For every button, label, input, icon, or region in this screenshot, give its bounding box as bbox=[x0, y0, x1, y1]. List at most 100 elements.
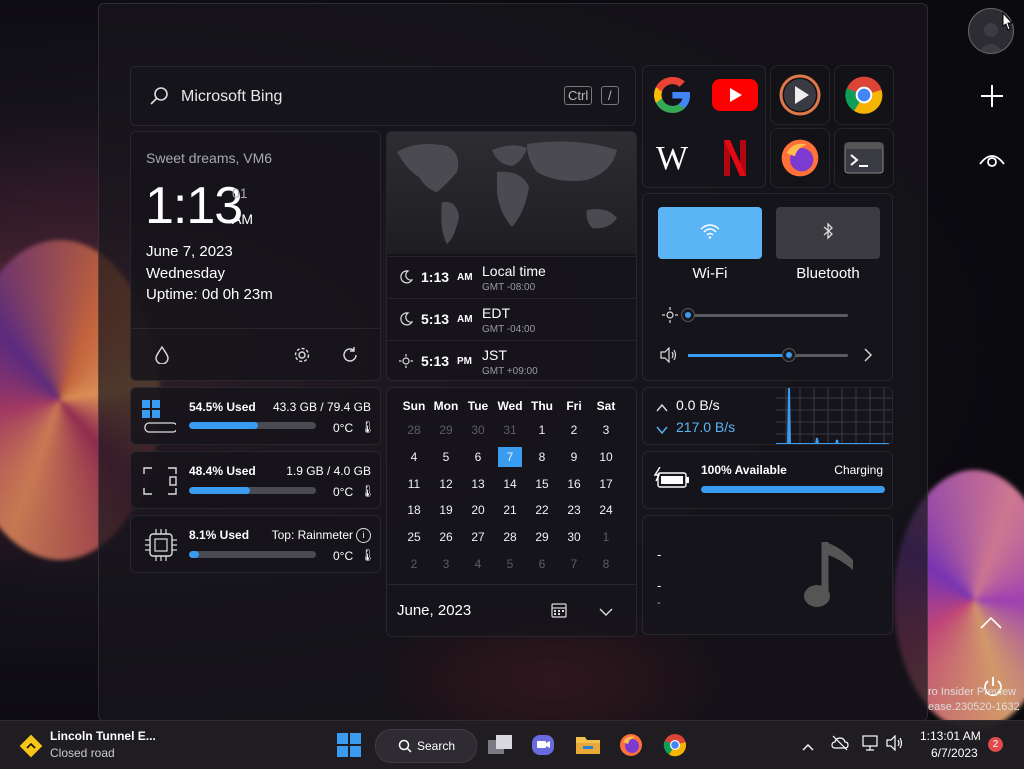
speaker-icon[interactable] bbox=[886, 734, 904, 756]
chrome-shortcut[interactable] bbox=[834, 65, 894, 125]
calendar-day[interactable]: 7 bbox=[561, 554, 587, 574]
calendar-day[interactable]: 24 bbox=[593, 500, 619, 520]
clock-time: 1:13 bbox=[145, 177, 243, 235]
memory-chip-icon bbox=[142, 466, 178, 501]
search-box[interactable]: Microsoft Bing Ctrl / bbox=[130, 66, 636, 126]
calendar-day[interactable]: 3 bbox=[593, 420, 619, 440]
notification-title[interactable]: Lincoln Tunnel E... bbox=[50, 729, 156, 743]
calendar-day[interactable]: 9 bbox=[561, 447, 587, 467]
calendar-day[interactable]: 29 bbox=[529, 527, 555, 547]
upload-arrow-icon bbox=[656, 400, 668, 418]
world-clock-ampm: AM bbox=[457, 272, 473, 283]
volume-icon bbox=[660, 346, 678, 368]
cloud-offline-icon[interactable] bbox=[831, 735, 849, 756]
calendar-day[interactable]: 1 bbox=[529, 420, 555, 440]
calendar-day[interactable]: 6 bbox=[529, 554, 555, 574]
wifi-label: Wi-Fi bbox=[692, 265, 728, 282]
calendar-day[interactable]: 10 bbox=[593, 447, 619, 467]
calendar-day[interactable]: 12 bbox=[433, 474, 459, 494]
settings-gear-icon[interactable] bbox=[292, 345, 312, 365]
calendar-day[interactable]: 31 bbox=[497, 420, 523, 440]
shortcut-ctrl-key: Ctrl bbox=[564, 86, 593, 105]
traffic-warning-icon[interactable] bbox=[18, 733, 44, 764]
calendar-icon[interactable] bbox=[551, 602, 567, 623]
world-clock-ampm: PM bbox=[457, 356, 472, 367]
network-status-icon[interactable] bbox=[862, 735, 880, 756]
terminal-shortcut[interactable] bbox=[834, 128, 894, 188]
calendar-day[interactable]: 13 bbox=[465, 474, 491, 494]
teams-chat-icon[interactable] bbox=[531, 733, 555, 762]
chrome-taskbar-icon[interactable] bbox=[663, 733, 687, 762]
calendar-day[interactable]: 8 bbox=[529, 447, 555, 467]
calendar-day[interactable]: 17 bbox=[593, 474, 619, 494]
firefox-shortcut[interactable] bbox=[770, 128, 830, 188]
calendar-day[interactable]: 27 bbox=[465, 527, 491, 547]
calendar-day-today[interactable]: 7 bbox=[498, 446, 522, 467]
calendar-day[interactable]: 8 bbox=[593, 554, 619, 574]
youtube-shortcut[interactable] bbox=[705, 65, 765, 125]
refresh-icon[interactable] bbox=[340, 345, 360, 365]
calendar-day[interactable]: 26 bbox=[433, 527, 459, 547]
calendar-day[interactable]: 22 bbox=[529, 500, 555, 520]
calendar-day[interactable]: 30 bbox=[465, 420, 491, 440]
netflix-shortcut[interactable] bbox=[705, 128, 765, 188]
calendar-day[interactable]: 23 bbox=[561, 500, 587, 520]
calendar-day[interactable]: 20 bbox=[465, 500, 491, 520]
eye-icon[interactable] bbox=[978, 150, 1006, 175]
calendar-day[interactable]: 5 bbox=[497, 554, 523, 574]
water-drop-icon[interactable] bbox=[152, 345, 172, 365]
world-clock-time: 1:13 bbox=[421, 269, 450, 285]
brightness-slider[interactable] bbox=[688, 314, 848, 317]
google-shortcut[interactable] bbox=[642, 65, 702, 125]
start-button[interactable] bbox=[337, 733, 361, 762]
taskbar-clock-time[interactable]: 1:13:01 AM bbox=[920, 729, 981, 743]
firefox-taskbar-icon[interactable] bbox=[619, 733, 643, 762]
calendar-day[interactable]: 3 bbox=[433, 554, 459, 574]
chevron-up-icon[interactable] bbox=[980, 616, 1002, 635]
file-explorer-icon[interactable] bbox=[575, 733, 601, 762]
taskbar-clock-date[interactable]: 6/7/2023 bbox=[931, 746, 978, 760]
storage-card: 54.5% Used 43.3 GB / 79.4 GB 0°C 🌡︎ bbox=[130, 387, 381, 445]
calendar-day[interactable]: 6 bbox=[465, 447, 491, 467]
calendar-day[interactable]: 14 bbox=[497, 474, 523, 494]
taskbar-search[interactable]: Search bbox=[375, 729, 477, 763]
calendar-day[interactable]: 28 bbox=[497, 527, 523, 547]
calendar-day[interactable]: 28 bbox=[401, 420, 427, 440]
chevron-down-icon[interactable] bbox=[599, 604, 613, 622]
brightness-knob[interactable] bbox=[681, 308, 695, 322]
chrome-icon bbox=[844, 75, 884, 115]
media-player-shortcut[interactable] bbox=[770, 65, 830, 125]
calendar-day[interactable]: 11 bbox=[401, 474, 427, 494]
notification-badge[interactable]: 2 bbox=[988, 737, 1003, 752]
calendar-day[interactable]: 4 bbox=[401, 447, 427, 467]
volume-knob[interactable] bbox=[781, 348, 796, 362]
chevron-right-icon[interactable] bbox=[863, 348, 873, 367]
calendar-day[interactable]: 21 bbox=[497, 500, 523, 520]
memory-bar bbox=[189, 487, 316, 494]
media-line-3: - bbox=[657, 597, 661, 609]
calendar-day[interactable]: 4 bbox=[465, 554, 491, 574]
wikipedia-shortcut[interactable]: W bbox=[642, 128, 702, 188]
calendar-day[interactable]: 18 bbox=[401, 500, 427, 520]
calendar-day[interactable]: 15 bbox=[529, 474, 555, 494]
calendar-day[interactable]: 2 bbox=[561, 420, 587, 440]
add-widget-icon[interactable] bbox=[980, 84, 1004, 113]
world-clock-zone: Local time bbox=[482, 263, 546, 279]
taskbar-search-label: Search bbox=[417, 739, 456, 753]
calendar-day[interactable]: 2 bbox=[401, 554, 427, 574]
calendar-day[interactable]: 30 bbox=[561, 527, 587, 547]
calendar-day[interactable]: 19 bbox=[433, 500, 459, 520]
volume-slider[interactable] bbox=[688, 354, 848, 357]
info-icon[interactable]: i bbox=[356, 528, 371, 543]
calendar-day[interactable]: 25 bbox=[401, 527, 427, 547]
show-hidden-icons-chevron[interactable] bbox=[802, 738, 814, 756]
task-view-icon[interactable] bbox=[487, 733, 513, 762]
calendar-day[interactable]: 16 bbox=[561, 474, 587, 494]
bluetooth-toggle[interactable] bbox=[776, 207, 880, 259]
wifi-toggle[interactable] bbox=[658, 207, 762, 259]
calendar-day[interactable]: 29 bbox=[433, 420, 459, 440]
calendar-day[interactable]: 5 bbox=[433, 447, 459, 467]
calendar-day[interactable]: 1 bbox=[593, 527, 619, 547]
cpu-used: 8.1% Used bbox=[189, 528, 250, 542]
world-clock-time: 5:13 bbox=[421, 311, 450, 327]
